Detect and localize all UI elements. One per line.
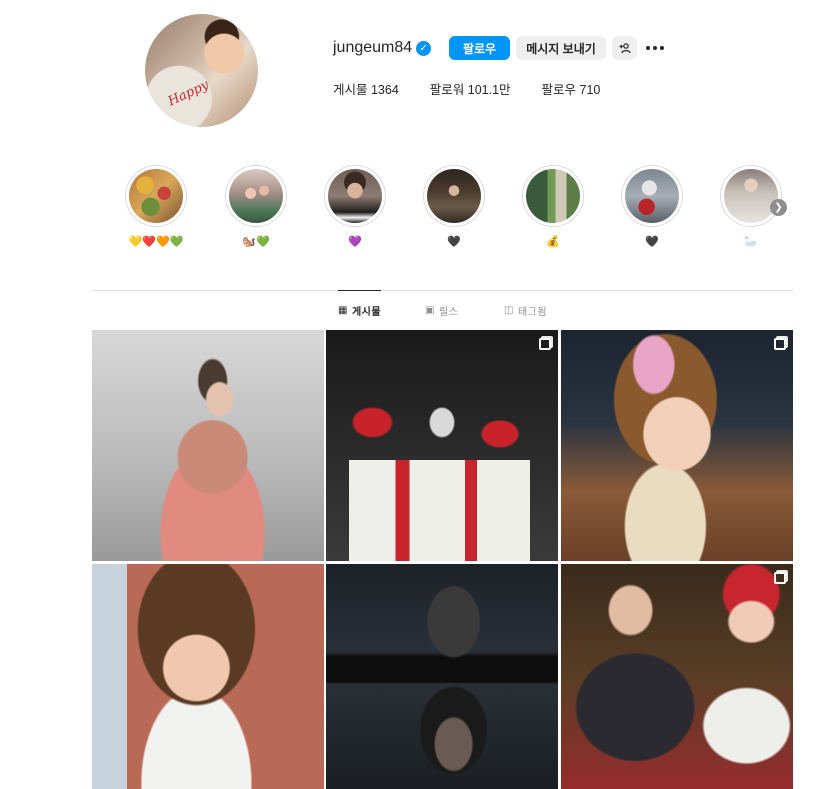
multi-post-icon [539, 338, 551, 350]
add-user-button[interactable] [612, 36, 637, 60]
post-tile[interactable] [92, 564, 324, 789]
post-tile[interactable] [92, 330, 324, 561]
grid-icon: ▦ [338, 305, 348, 316]
highlight-item[interactable]: 🐿️💚 [225, 165, 287, 248]
highlight-label: 🖤 [447, 236, 461, 248]
post-tile[interactable] [326, 330, 558, 561]
highlight-item[interactable]: 💜 [324, 165, 386, 248]
highlight-thumbnail [625, 169, 679, 223]
tagged-icon: ◫ [504, 305, 514, 316]
highlight-thumbnail [229, 169, 283, 223]
more-options-icon[interactable] [646, 38, 664, 58]
chevron-right-icon[interactable]: ❯ [770, 199, 787, 216]
following-count[interactable]: 팔로우 710 [542, 79, 601, 98]
highlight-thumbnail [129, 169, 183, 223]
highlight-label: 🦢 [744, 236, 758, 248]
multi-post-icon [774, 338, 786, 350]
highlight-label: 🖤 [645, 236, 659, 248]
tab-reels-label: 릴스 [438, 307, 459, 318]
highlight-item[interactable]: 🖤 [621, 165, 683, 248]
followers-count[interactable]: 팔로워 101.1만 [430, 79, 511, 98]
tab-tagged[interactable]: ◫ 태그됨 [504, 303, 547, 318]
tab-tagged-label: 태그됨 [517, 307, 548, 318]
posts-count: 게시물 1364 [333, 83, 399, 97]
username[interactable]: jungeum84 [333, 39, 412, 57]
tab-posts-label: 게시물 [351, 307, 382, 318]
username-row: jungeum84 ✓ [333, 37, 432, 59]
verified-badge-icon: ✓ [416, 40, 432, 56]
highlight-label: 💛❤️🧡💚 [128, 236, 184, 248]
highlight-item[interactable]: 💛❤️🧡💚 [125, 165, 187, 248]
tab-reels[interactable]: ▣ 릴스 [425, 303, 458, 318]
post-tile[interactable] [561, 330, 793, 561]
highlight-label: 💰 [546, 236, 560, 248]
post-tile[interactable] [326, 564, 558, 789]
add-user-icon [619, 43, 631, 54]
highlight-item[interactable]: 🖤 [423, 165, 485, 248]
send-message-button[interactable]: 메시지 보내기 [516, 36, 606, 60]
highlight-label: 💜 [348, 236, 362, 248]
post-tile[interactable] [561, 564, 793, 789]
reels-icon: ▣ [425, 305, 435, 316]
tabs-divider [92, 290, 793, 291]
highlight-thumbnail [427, 169, 481, 223]
highlight-thumbnail [724, 169, 778, 223]
multi-post-icon [774, 572, 786, 584]
highlight-label: 🐿️💚 [242, 236, 270, 248]
avatar-cake-text: Happy [165, 77, 212, 110]
profile-stats: 게시물 1364 팔로워 101.1만 팔로우 710 [333, 79, 631, 98]
active-tab-indicator [338, 290, 381, 291]
tab-posts[interactable]: ▦ 게시물 [338, 303, 381, 318]
highlight-thumbnail [526, 169, 580, 223]
follow-button[interactable]: 팔로우 [449, 36, 510, 60]
highlight-item[interactable]: 💰 [522, 165, 584, 248]
profile-avatar[interactable]: Happy [145, 14, 258, 127]
highlight-thumbnail [328, 169, 382, 223]
